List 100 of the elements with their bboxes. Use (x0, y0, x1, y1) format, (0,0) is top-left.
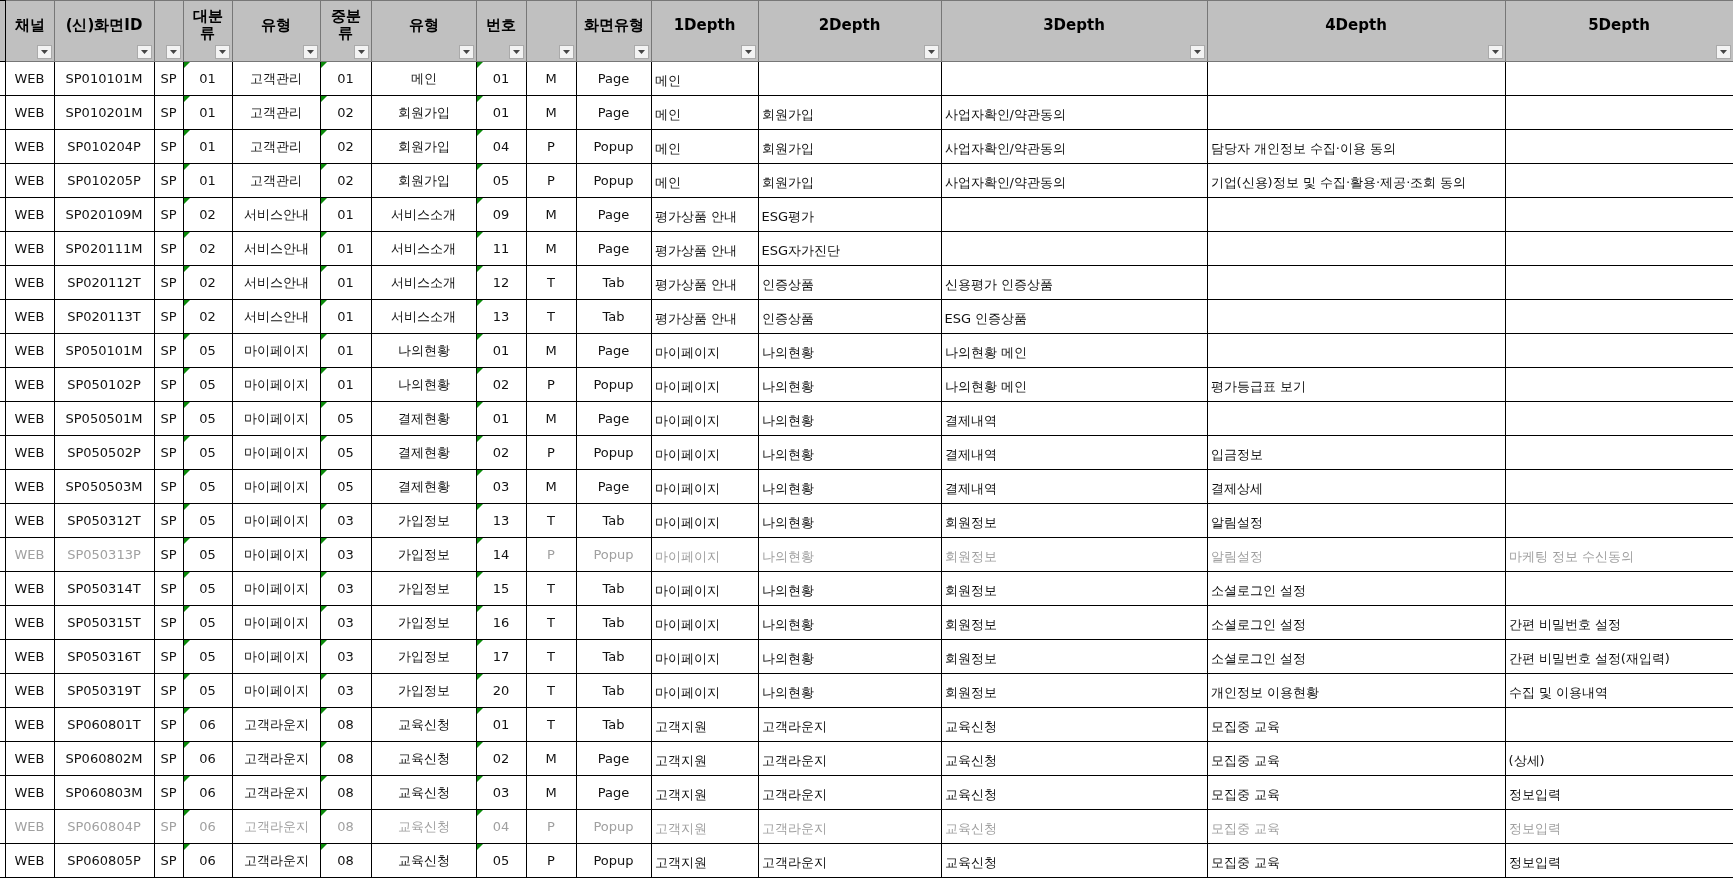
filter-dropdown-button[interactable] (633, 45, 649, 59)
filter-dropdown-button[interactable] (1189, 45, 1205, 59)
table-cell: 마이페이지 (232, 401, 320, 436)
table-cell: 마이페이지 (232, 503, 320, 538)
corner-triangle-icon (184, 266, 190, 272)
table-cell: 01 (183, 95, 232, 130)
table-cell: SP (154, 537, 183, 572)
filter-dropdown-button[interactable] (923, 45, 939, 59)
dropdown-arrow-icon (637, 50, 645, 54)
table-cell: 인증상품 (758, 299, 941, 334)
table-cell: 17 (476, 639, 526, 674)
table-cell: 결제내역 (941, 469, 1207, 504)
column-header-label: 1Depth (673, 16, 736, 34)
table-cell: 02 (183, 299, 232, 334)
table-cell: 05 (183, 469, 232, 504)
filter-dropdown-button[interactable] (165, 45, 181, 59)
table-cell: T (526, 503, 576, 538)
table-cell: Tab (576, 503, 651, 538)
table-cell: 가입정보 (371, 639, 476, 674)
table-cell: M (526, 741, 576, 776)
table-cell: 나의현황 (371, 367, 476, 402)
table-cell: 마이페이지 (651, 435, 758, 470)
dropdown-arrow-icon (306, 50, 314, 54)
corner-triangle-icon (184, 62, 190, 68)
table-cell: 회원정보 (941, 605, 1207, 640)
table-cell: 고객지원 (651, 809, 758, 844)
table-cell: Tab (576, 673, 651, 708)
corner-triangle-icon (477, 708, 483, 714)
table-cell: P (526, 129, 576, 164)
table-cell: Page (576, 469, 651, 504)
table-cell: 기업(신용)정보 및 수집·활용·제공·조회 동의 (1207, 163, 1505, 198)
table-cell: SP (154, 843, 183, 878)
table-cell: 01 (320, 367, 371, 402)
table-cell: 교육신청 (941, 775, 1207, 810)
corner-triangle-icon (184, 130, 190, 136)
table-cell: 회원가입 (758, 163, 941, 198)
table-cell: 고객관리 (232, 61, 320, 96)
table-cell: SP (154, 129, 183, 164)
table-cell: WEB (5, 843, 54, 878)
table-cell: 회원정보 (941, 673, 1207, 708)
filter-dropdown-button[interactable] (302, 45, 318, 59)
table-cell: 01 (183, 129, 232, 164)
filter-dropdown-button[interactable] (36, 45, 52, 59)
table-cell: WEB (5, 367, 54, 402)
table-cell: 02 (476, 435, 526, 470)
table-cell: SP050501M (54, 401, 154, 436)
table-cell: 결제상세 (1207, 469, 1505, 504)
table-cell: 개인정보 이용현황 (1207, 673, 1505, 708)
corner-triangle-icon (184, 504, 190, 510)
table-cell: 05 (476, 843, 526, 878)
filter-dropdown-button[interactable] (740, 45, 756, 59)
table-cell: SP (154, 61, 183, 96)
column-header-label: 2Depth (818, 16, 881, 34)
table-cell: 모집중 교육 (1207, 843, 1505, 878)
filter-dropdown-button[interactable] (214, 45, 230, 59)
table-cell: 03 (476, 469, 526, 504)
table-cell: 회원가입 (371, 95, 476, 130)
table-cell: 고객라운지 (758, 741, 941, 776)
filter-dropdown-button[interactable] (1715, 45, 1731, 59)
table-cell: 01 (476, 333, 526, 368)
table-cell: WEB (5, 231, 54, 266)
table-cell: 08 (320, 843, 371, 878)
filter-dropdown-button[interactable] (558, 45, 574, 59)
table-cell: SP (154, 775, 183, 810)
filter-dropdown-button[interactable] (508, 45, 524, 59)
table-cell: 02 (476, 741, 526, 776)
corner-triangle-icon (321, 334, 327, 340)
dropdown-arrow-icon (462, 50, 470, 54)
table-cell: T (526, 265, 576, 300)
table-cell: 교육신청 (941, 843, 1207, 878)
table-cell: WEB (5, 469, 54, 504)
table-cell: 결제현황 (371, 401, 476, 436)
table-cell: 02 (183, 231, 232, 266)
table-cell: 나의현황 (758, 537, 941, 572)
table-cell: ESG 인증상품 (941, 299, 1207, 334)
table-cell: WEB (5, 673, 54, 708)
table-cell: 모집중 교육 (1207, 741, 1505, 776)
table-cell: Tab (576, 265, 651, 300)
table-cell: 마이페이지 (651, 401, 758, 436)
table-cell: 인증상품 (758, 265, 941, 300)
table-cell: 고객라운지 (232, 775, 320, 810)
table-cell: 소셜로그인 설정 (1207, 571, 1505, 606)
filter-dropdown-button[interactable] (353, 45, 369, 59)
corner-triangle-icon (184, 708, 190, 714)
corner-triangle-icon (321, 164, 327, 170)
table-cell: 03 (320, 639, 371, 674)
corner-triangle-icon (477, 96, 483, 102)
table-cell: 나의현황 (758, 639, 941, 674)
filter-dropdown-button[interactable] (136, 45, 152, 59)
corner-triangle-icon (184, 300, 190, 306)
table-cell: Page (576, 197, 651, 232)
table-cell: 서비스안내 (232, 231, 320, 266)
table-cell: SP (154, 707, 183, 742)
table-cell: 소셜로그인 설정 (1207, 605, 1505, 640)
filter-dropdown-button[interactable] (1487, 45, 1503, 59)
filter-dropdown-button[interactable] (458, 45, 474, 59)
table-cell: 결제현황 (371, 469, 476, 504)
table-cell: 메인 (651, 163, 758, 198)
corner-triangle-icon (477, 504, 483, 510)
column-header-label: 대분류 (191, 8, 224, 42)
